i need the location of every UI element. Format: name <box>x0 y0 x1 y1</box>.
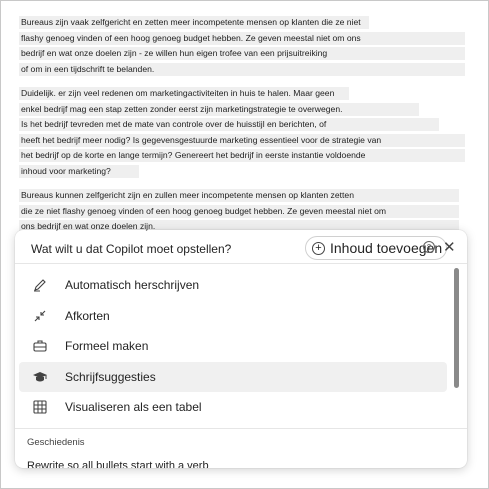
text-line: Bureaus kunnen zelfgericht zijn en zulle… <box>19 188 469 204</box>
text-line: Is het bedrijf tevreden met de mate van … <box>19 117 469 133</box>
copilot-draft-panel: Wat wilt u dat Copilot moet opstellen? +… <box>15 230 467 468</box>
text-line: heeft het bedrijf meer nodig? Is gegeven… <box>19 133 469 149</box>
menu-item-label: Visualiseren als een tabel <box>65 400 202 415</box>
menu-item-rewrite[interactable]: Automatisch herschrijven <box>19 270 447 301</box>
text-line: enkel bedrijf mag een stap zetten zonder… <box>19 102 469 118</box>
menu-item-writing-suggestions[interactable]: Schrijfsuggesties <box>19 361 447 392</box>
shrink-arrows-icon <box>31 307 49 325</box>
menu-item-label: Afkorten <box>65 308 110 323</box>
suggestion-menu: Automatisch herschrijven Afkorten Formee… <box>19 270 447 423</box>
rewrite-pen-icon <box>31 276 49 294</box>
paragraph-1: Bureaus zijn vaak zelfgericht en zetten … <box>19 15 469 77</box>
text-line: of om in een tijdschrift te belanden. <box>19 62 469 78</box>
app-frame: Bureaus zijn vaak zelfgericht en zetten … <box>0 0 489 489</box>
prompt-input[interactable]: Wat wilt u dat Copilot moet opstellen? <box>31 242 231 256</box>
text-line: Duidelijk. er zijn veel redenen om marke… <box>19 86 469 102</box>
menu-item-label: Automatisch herschrijven <box>65 278 200 293</box>
graduation-cap-icon <box>31 368 49 386</box>
table-icon <box>31 398 49 416</box>
text-line: inhoud voor marketing? <box>19 164 469 180</box>
prompt-row: Wat wilt u dat Copilot moet opstellen? +… <box>15 230 467 264</box>
add-circle-icon: + <box>312 241 325 255</box>
text-line: bedrijf en wat onze doelen zijn - ze wil… <box>19 46 469 62</box>
paragraph-3: Bureaus kunnen zelfgericht zijn en zulle… <box>19 188 469 235</box>
text-line: Bureaus zijn vaak zelfgericht en zetten … <box>19 15 469 31</box>
menu-item-label: Schrijfsuggesties <box>65 369 156 384</box>
paragraph-2: Duidelijk. er zijn veel redenen om marke… <box>19 86 469 179</box>
text-line: die ze niet flashy genoeg vinden of een … <box>19 204 469 220</box>
divider <box>15 428 467 429</box>
briefcase-icon <box>31 337 49 355</box>
history-item[interactable]: Rewrite so all bullets start with a verb <box>27 460 209 468</box>
text-line: flashy genoeg vinden of een hoog genoeg … <box>19 31 469 47</box>
menu-item-formal[interactable]: Formeel maken <box>19 331 447 362</box>
text-line: het bedrijf op de korte en lange termijn… <box>19 148 469 164</box>
document-body: Bureaus zijn vaak zelfgericht en zetten … <box>19 15 469 244</box>
menu-item-table[interactable]: Visualiseren als een tabel <box>19 392 447 423</box>
menu-item-shorten[interactable]: Afkorten <box>19 301 447 332</box>
history-heading: Geschiedenis <box>27 437 85 448</box>
close-icon[interactable]: ✕ <box>443 238 456 256</box>
menu-scrollbar[interactable] <box>454 268 459 388</box>
help-icon[interactable]: ? <box>423 241 435 253</box>
menu-item-label: Formeel maken <box>65 339 149 354</box>
